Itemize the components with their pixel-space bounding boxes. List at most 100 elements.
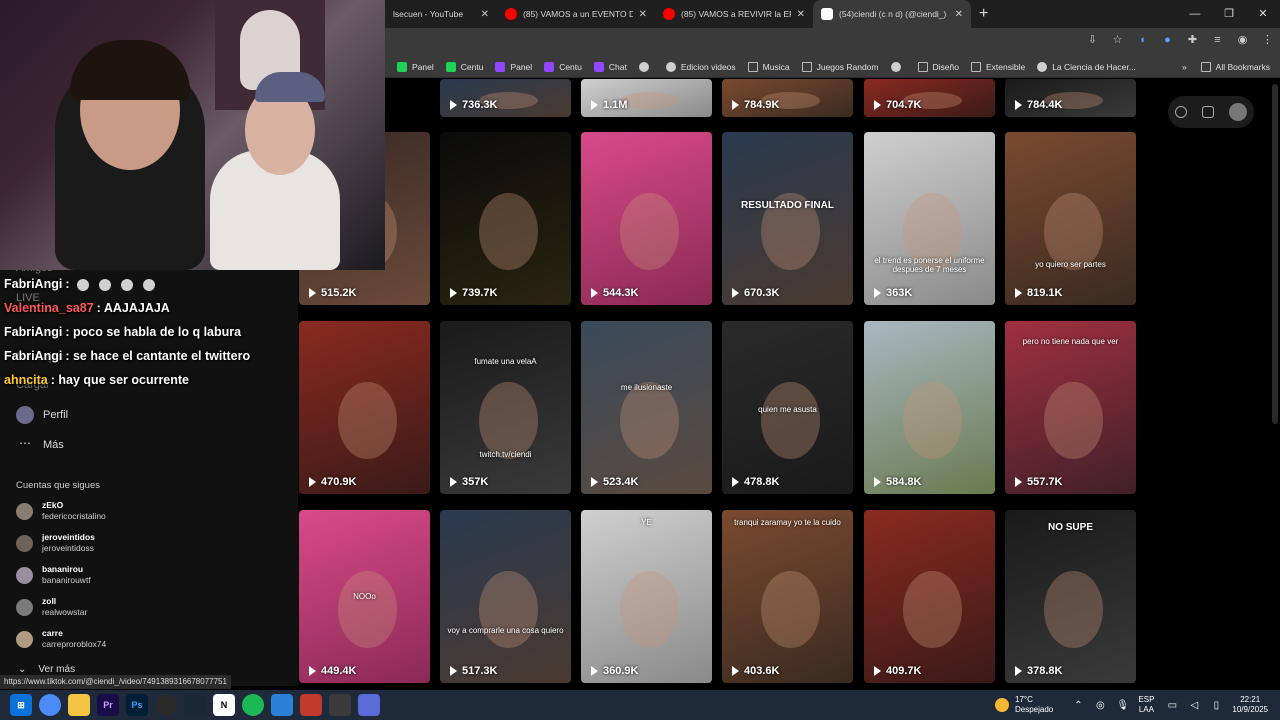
video-thumbnail[interactable]: NOOo 449.4K	[299, 510, 430, 683]
video-thumbnail[interactable]: quien me asusta 478.8K	[722, 321, 853, 494]
video-thumbnail[interactable]: yo quiero ser partes 819.1K	[1005, 132, 1136, 305]
followed-account[interactable]: jeroveintidos jeroveintidoss	[16, 532, 95, 554]
user-avatar[interactable]	[1228, 103, 1247, 121]
app-icon[interactable]	[358, 694, 380, 716]
all-bookmarks-button[interactable]: All Bookmarks	[1200, 61, 1270, 72]
file-explorer-icon[interactable]	[68, 694, 90, 716]
spotify-icon[interactable]	[242, 694, 264, 716]
weather-widget[interactable]: 17°C Despejado	[995, 690, 1053, 720]
site-icon	[890, 61, 901, 72]
close-window-icon[interactable]: ✕	[1246, 0, 1280, 28]
bookmark-item[interactable]: Chat	[593, 61, 627, 72]
video-thumbnail[interactable]: 1.1M	[581, 79, 712, 117]
weather-desc: Despejado	[1015, 705, 1054, 714]
photoshop-icon[interactable]: Ps	[126, 694, 148, 716]
media-control-icon[interactable]: ≡	[1211, 34, 1224, 47]
windows-start-icon[interactable]: ⊞	[10, 694, 32, 716]
microphone-icon[interactable]: 🎙︎	[1116, 700, 1129, 711]
video-thumbnail[interactable]: 704.7K	[864, 79, 995, 117]
install-app-icon[interactable]: ⇩	[1086, 34, 1099, 47]
video-thumbnail[interactable]: RESULTADO FINAL 670.3K	[722, 132, 853, 305]
avatar	[16, 566, 33, 584]
page-scrollbar[interactable]	[1272, 84, 1278, 424]
browser-tab[interactable]: (85) VAMOS a REVIVIR la EPOC ✕	[655, 0, 813, 28]
video-thumbnail[interactable]: 784.4K	[1005, 79, 1136, 117]
network-icon[interactable]: ▭	[1166, 700, 1178, 711]
sidebar-item-profile[interactable]: Perfil	[16, 406, 68, 424]
battery-icon[interactable]: ▯	[1210, 700, 1222, 711]
extension-icon[interactable]: ●	[1161, 34, 1174, 47]
tray-app-icon[interactable]: ◎	[1094, 700, 1106, 711]
video-thumbnail[interactable]: me ilusionaste 523.4K	[581, 321, 712, 494]
bookmark-item[interactable]: Centu	[544, 61, 582, 72]
view-count: 478.8K	[732, 476, 779, 488]
video-thumbnail[interactable]: 544.3K	[581, 132, 712, 305]
chrome-icon[interactable]	[39, 694, 61, 716]
volume-icon[interactable]: ◁	[1188, 700, 1200, 711]
new-tab-button[interactable]: +	[979, 5, 988, 23]
audio-extension-icon[interactable]: ◖	[1136, 34, 1149, 47]
bookmark-item[interactable]: Diseño	[917, 61, 959, 72]
bookmark-item[interactable]: Juegos Random	[801, 61, 879, 72]
followed-account[interactable]: bananirou bananirouwtf	[16, 564, 91, 586]
close-icon[interactable]: ✕	[481, 9, 489, 20]
maximize-icon[interactable]: ❐	[1212, 0, 1246, 28]
premiere-icon[interactable]: Pr	[97, 694, 119, 716]
followed-account[interactable]: carre carreproroblox74	[16, 628, 106, 650]
close-icon[interactable]: ✕	[797, 9, 805, 20]
bookmark-item[interactable]: Panel	[397, 61, 434, 72]
browser-tab[interactable]: (85) VAMOS a un EVENTO DE R ✕	[497, 0, 655, 28]
minimize-icon[interactable]: —	[1178, 0, 1212, 28]
system-clock[interactable]: 22:21 10/9/2025	[1232, 695, 1268, 715]
view-count: 584.8K	[874, 476, 921, 488]
obs-icon[interactable]	[155, 694, 177, 716]
video-thumbnail[interactable]: 584.8K	[864, 321, 995, 494]
bookmark-item[interactable]	[638, 61, 654, 72]
followed-account[interactable]: zEkO federicocristalino	[16, 500, 106, 522]
mobile-icon[interactable]	[1201, 106, 1214, 118]
bookmark-item[interactable]: Edicion videos	[665, 61, 736, 72]
menu-kebab-icon[interactable]: ⋮	[1261, 34, 1274, 47]
thumbnail-image	[1044, 381, 1104, 460]
video-thumbnail[interactable]: 470.9K	[299, 321, 430, 494]
extensions-puzzle-icon[interactable]: ✚	[1186, 34, 1199, 47]
thumbnail-image	[1044, 192, 1104, 271]
video-thumbnail[interactable]: NO SUPE 378.8K	[1005, 510, 1136, 683]
bookmark-item[interactable]: Extensible	[970, 61, 1025, 72]
video-thumbnail[interactable]: tranqui zaramay yo te la cuido 403.6K	[722, 510, 853, 683]
site-icon	[665, 61, 676, 72]
profile-avatar-icon[interactable]: ◉	[1236, 34, 1249, 47]
compass-icon[interactable]	[1175, 106, 1188, 118]
close-icon[interactable]: ✕	[639, 9, 647, 20]
bookmark-item[interactable]: Musica	[747, 61, 790, 72]
browser-tab[interactable]: lsecuen - YouTube ✕	[385, 0, 497, 28]
steam-icon[interactable]	[184, 694, 206, 716]
language-indicator[interactable]: ESP LAA	[1138, 695, 1154, 715]
followed-account[interactable]: zoll realwowstar	[16, 596, 87, 618]
notion-icon[interactable]: N	[213, 694, 235, 716]
see-more-button[interactable]: ⌄ Ver más	[18, 664, 75, 675]
media-app-icon[interactable]	[300, 694, 322, 716]
bookmark-star-icon[interactable]: ☆	[1111, 34, 1124, 47]
video-thumbnail[interactable]: YE 360.9K	[581, 510, 712, 683]
video-thumbnail[interactable]: pero no tiene nada que ver 557.7K	[1005, 321, 1136, 494]
bookmark-item[interactable]: Panel	[495, 61, 532, 72]
video-thumbnail[interactable]: 739.7K	[440, 132, 571, 305]
video-thumbnail[interactable]: fumate una velaA twitch.tv/ciendi 357K	[440, 321, 571, 494]
video-thumbnail[interactable]: 409.7K	[864, 510, 995, 683]
bookmark-item[interactable]: La Ciencia de Hacer...	[1037, 61, 1136, 72]
close-icon[interactable]: ✕	[955, 9, 963, 20]
app-icon[interactable]	[329, 694, 351, 716]
browser-tab-active[interactable]: (54)ciendi (c n d) (@ciendi_) | Ti ✕	[813, 0, 971, 28]
video-thumbnail[interactable]: 784.9K	[722, 79, 853, 117]
paint-icon[interactable]	[271, 694, 293, 716]
video-thumbnail[interactable]: el trend es ponerse el uniforme despues …	[864, 132, 995, 305]
more-bookmarks-button[interactable]: »	[1182, 62, 1187, 72]
bookmark-item[interactable]	[890, 61, 906, 72]
video-thumbnail[interactable]: 736.3K	[440, 79, 571, 117]
weather-temp: 17°C	[1015, 695, 1033, 704]
video-thumbnail[interactable]: voy a comprarle una cosa quiero 517.3K	[440, 510, 571, 683]
chevron-up-icon[interactable]: ⌃	[1072, 700, 1084, 711]
bookmark-item[interactable]: Centu	[445, 61, 483, 72]
sidebar-item-more[interactable]: ⋯ Más	[16, 436, 64, 454]
